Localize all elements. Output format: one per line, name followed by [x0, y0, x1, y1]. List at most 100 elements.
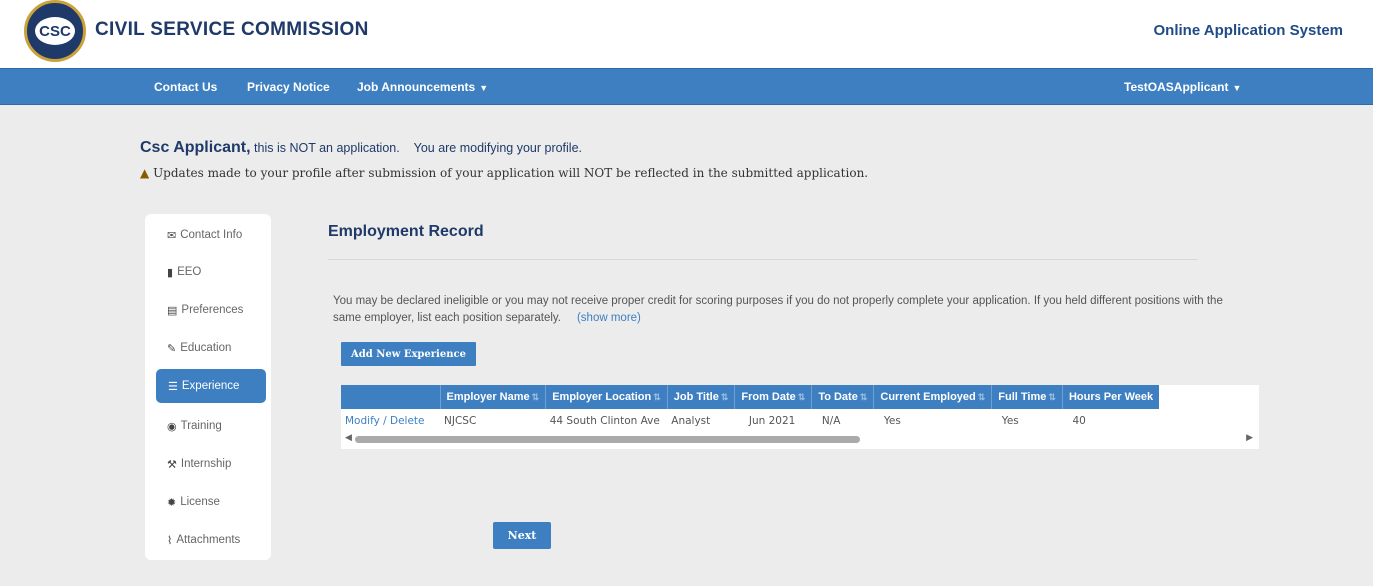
column-header-employer-name[interactable]: Employer Name ⇅	[440, 385, 547, 409]
sort-icon: ⇅	[653, 392, 661, 402]
sort-icon: ⇅	[977, 392, 986, 402]
sidebar-item-contact-info[interactable]: ✉ Contact Info	[145, 218, 271, 252]
update-warning: ▲ Updates made to your profile after sub…	[140, 166, 868, 180]
caret-down-icon: ▼	[1232, 83, 1242, 93]
bookmark-icon: ▮	[167, 266, 174, 279]
cell-full-time: Yes	[1001, 415, 1019, 427]
column-header-current-employed[interactable]: Current Employed ⇅	[873, 385, 993, 409]
modify-delete-cell: Modify / Delete	[341, 409, 440, 433]
sidebar-item-label: Internship	[180, 458, 232, 470]
employment-table: Employer Name ⇅ Employer Location ⇅ Job Ti…	[341, 385, 1160, 433]
column-header-job-title[interactable]: Job Title ⇅	[667, 385, 736, 409]
cell-to-date: N/A	[821, 415, 841, 427]
cell-hours-per-week: 40	[1072, 415, 1086, 427]
column-header-full-time[interactable]: Full Time ⇅	[991, 385, 1063, 409]
sidebar-item-label: Training	[180, 420, 222, 432]
sort-icon: ⇅	[859, 392, 868, 402]
sort-icon: ⇅	[531, 392, 540, 402]
list-icon: ▤	[167, 304, 178, 317]
sidebar-item-experience[interactable]: ☰ Experience	[156, 369, 266, 403]
scrollbar-thumb[interactable]	[355, 436, 860, 443]
sidebar-item-training[interactable]: ◉ Training	[145, 409, 271, 443]
divider	[328, 259, 1198, 260]
site-header: CSC CIVIL SERVICE COMMISSION Online Appl…	[0, 0, 1373, 68]
profile-sidebar: ✉ Contact Info ▮ EEO ▤ Preferences ✎ Educati…	[145, 214, 271, 560]
paperclip-icon: ⌇	[167, 534, 173, 547]
logo-text: CSC	[35, 17, 75, 45]
sidebar-item-label: Experience	[181, 380, 240, 392]
sidebar-item-label: Contact Info	[180, 229, 243, 241]
column-header-label: Current Employed	[880, 391, 976, 403]
cell-employer-name: NJCSC	[444, 415, 477, 427]
column-header-action	[341, 385, 441, 409]
scroll-right-icon[interactable]: ▶	[1246, 432, 1253, 443]
sort-icon: ⇅	[1048, 392, 1056, 402]
nav-contact-us-label: Contact Us	[154, 80, 218, 94]
section-title: Employment Record	[328, 223, 484, 240]
cell-from-date: Jun 2021	[748, 415, 796, 427]
modify-delete-link[interactable]: Modify / Delete	[345, 415, 425, 427]
column-header-label: Job Title	[673, 391, 719, 403]
sidebar-item-label: Preferences	[181, 304, 244, 316]
table-header-row: Employer Name ⇅ Employer Location ⇅ Job Ti…	[341, 385, 1160, 409]
column-header-hours-per-week[interactable]: Hours Per Week	[1062, 385, 1160, 409]
column-header-label: To Date	[818, 391, 858, 403]
profile-notice: Csc Applicant, this is NOT an applicatio…	[140, 139, 582, 157]
sidebar-item-label: Education	[180, 342, 232, 354]
nav-job-announcements[interactable]: Job Announcements ▼	[357, 80, 488, 94]
modifying-profile-text: You are modifying your profile.	[413, 141, 583, 155]
graduation-cap-icon: ✎	[167, 342, 177, 355]
user-menu[interactable]: TestOASApplicant ▼	[1124, 80, 1241, 94]
column-header-employer-location[interactable]: Employer Location ⇅	[545, 385, 668, 409]
cell-current-employed: Yes	[883, 415, 901, 427]
sort-icon: ⇅	[797, 392, 806, 402]
sidebar-item-education[interactable]: ✎ Education	[145, 331, 271, 365]
column-header-label: Employer Location	[552, 391, 652, 403]
sidebar-item-internship[interactable]: ⚒ Internship	[145, 447, 271, 481]
sort-icon: ⇅	[720, 392, 729, 402]
cell-employer-location: 44 South Clinton Ave	[549, 415, 660, 427]
org-title: CIVIL SERVICE COMMISSION	[95, 19, 369, 40]
certificate-icon: ✹	[167, 496, 177, 509]
sidebar-item-license[interactable]: ✹ License	[145, 485, 271, 519]
main-navbar: Contact Us Privacy Notice Job Announceme…	[0, 68, 1373, 105]
caret-down-icon: ▼	[479, 83, 489, 93]
column-header-label: Full Time	[998, 391, 1047, 403]
sidebar-item-preferences[interactable]: ▤ Preferences	[145, 293, 271, 327]
description-text: You may be declared ineligible or you ma…	[333, 295, 1223, 324]
add-new-experience-button[interactable]: Add New Experience	[341, 342, 476, 366]
scroll-left-icon[interactable]: ◀	[345, 432, 352, 443]
column-header-from-date[interactable]: From Date ⇅	[734, 385, 813, 409]
wrench-icon: ⚒	[167, 458, 177, 471]
nav-job-announcements-label: Job Announcements	[357, 80, 476, 94]
warning-icon: ▲	[140, 166, 150, 180]
column-header-to-date[interactable]: To Date ⇅	[811, 385, 875, 409]
envelope-icon: ✉	[167, 229, 177, 242]
sidebar-item-eeo[interactable]: ▮ EEO	[145, 255, 271, 289]
column-header-label: Hours Per Week	[1068, 391, 1154, 403]
nav-privacy-notice[interactable]: Privacy Notice	[247, 80, 330, 94]
column-header-label: Employer Name	[446, 391, 530, 403]
eye-icon: ◉	[167, 420, 177, 433]
cell-job-title: Analyst	[671, 415, 711, 427]
nav-contact-us[interactable]: Contact Us	[154, 80, 217, 94]
sidebar-item-label: License	[180, 496, 220, 508]
employment-description: You may be declared ineligible or you ma…	[333, 293, 1223, 327]
user-name: TestOASApplicant	[1124, 80, 1229, 94]
horizontal-scrollbar[interactable]: ◀ ▶	[341, 432, 1259, 445]
sidebar-item-label: Attachments	[176, 534, 241, 546]
not-application-text: this is NOT an application.	[254, 141, 400, 155]
next-button[interactable]: Next	[493, 522, 551, 549]
bars-icon: ☰	[168, 380, 178, 393]
sidebar-item-attachments[interactable]: ⌇ Attachments	[145, 523, 271, 557]
system-title: Online Application System	[1153, 22, 1343, 39]
csc-logo[interactable]: CSC	[24, 0, 86, 62]
nav-privacy-notice-label: Privacy Notice	[247, 80, 330, 94]
show-more-link[interactable]: (show more)	[577, 312, 641, 324]
column-header-label: From Date	[741, 391, 796, 403]
employment-table-container: Employer Name ⇅ Employer Location ⇅ Job Ti…	[341, 385, 1259, 449]
sidebar-item-label: EEO	[177, 266, 202, 278]
table-row: Modify / Delete NJCSC 44 South Clinton A…	[341, 409, 1159, 433]
update-warning-text: Updates made to your profile after submi…	[153, 166, 869, 180]
applicant-name: Csc Applicant,	[140, 139, 251, 156]
